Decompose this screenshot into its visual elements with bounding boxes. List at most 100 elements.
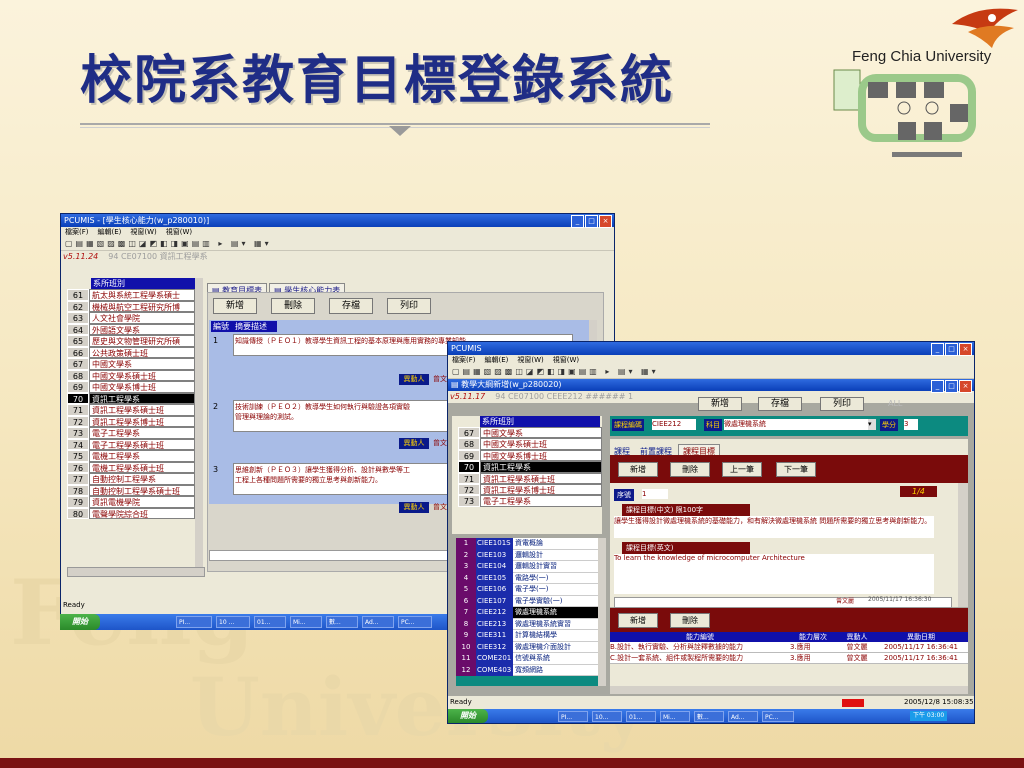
course-row[interactable]: 7 CIEE212 微處理機系統 <box>456 607 606 619</box>
list-item[interactable]: 67 中國文學系 <box>67 358 195 370</box>
course-code-field[interactable]: CIEE212 <box>652 419 696 430</box>
course-row[interactable]: 1 CIEE101S 資電概論 <box>456 538 606 550</box>
list-item[interactable]: 78 自動控制工程學系碩士班 <box>67 484 195 496</box>
task-2[interactable]: 10... <box>592 711 622 722</box>
print-button[interactable]: 列印 <box>387 298 431 314</box>
menu-file[interactable]: 檔案(F) <box>65 228 89 236</box>
list-item[interactable]: 73 電子工程學系 <box>458 495 602 507</box>
course-row[interactable]: 5 CIEE106 電子學(一) <box>456 584 606 596</box>
task-2[interactable]: 10 ... <box>216 616 250 628</box>
peo-hscrollbar[interactable] <box>209 550 451 561</box>
top-add-button[interactable]: 新增 <box>698 397 742 411</box>
menu-edit[interactable]: 編輯(E) <box>485 356 509 364</box>
list-item[interactable]: 70 資訊工程學系 <box>458 461 602 473</box>
task-4[interactable]: Mi... <box>660 711 690 722</box>
task-5[interactable]: 數... <box>326 616 358 628</box>
list-item[interactable]: 70 資訊工程學系 <box>67 392 195 404</box>
list-item[interactable]: 67 中國文學系 <box>458 427 602 439</box>
goal-delete-button[interactable]: 刪除 <box>670 462 710 477</box>
list-item[interactable]: 62 機械與航空工程研究所博 <box>67 300 195 312</box>
list-item[interactable]: 72 資訊工程學系博士班 <box>67 415 195 427</box>
peo-3-text[interactable]: 思維創新（ＰＥＯ３）讓學生獲得分析、設計與數學等工 工程上各種問題所需要的獨立思… <box>233 463 451 495</box>
dept-scrollbar[interactable] <box>195 278 203 568</box>
prev-button[interactable]: 上一筆 <box>722 462 762 477</box>
inner-minimize-icon[interactable]: _ <box>931 380 944 393</box>
peo-2-changer-button[interactable]: 異動人 <box>399 438 429 449</box>
list-item[interactable]: 65 歷史與文物管理研究所碩 <box>67 335 195 347</box>
list-item[interactable]: 68 中國文學系碩士班 <box>67 369 195 381</box>
top-print-button[interactable]: 列印 <box>820 397 864 411</box>
menu-file[interactable]: 檔案(F) <box>452 356 476 364</box>
peo-1-changer-button[interactable]: 異動人 <box>399 374 429 385</box>
inner-maximize-icon[interactable]: □ <box>945 380 958 393</box>
menu-edit[interactable]: 編輯(E) <box>98 228 122 236</box>
list-item[interactable]: 74 電子工程學系碩士班 <box>67 438 195 450</box>
ability-cell[interactable]: B.設計、執行實驗、分析與詮釋數據的能力 <box>610 642 790 652</box>
menu-window[interactable]: 視窗(W) <box>517 356 543 364</box>
competency-delete-button[interactable]: 刪除 <box>670 613 710 628</box>
inner-close-icon[interactable]: × <box>959 380 972 393</box>
credit-field[interactable]: 3 <box>904 419 918 430</box>
task-1[interactable]: PI... <box>558 711 588 722</box>
task-6[interactable]: Ad... <box>728 711 758 722</box>
task-7[interactable]: PC... <box>762 711 794 722</box>
list-item[interactable]: 77 自動控制工程學系 <box>67 473 195 485</box>
peo-3-changer-button[interactable]: 異動人 <box>399 502 429 513</box>
window-titlebar[interactable]: PCUMIS - [學生核心能力(w_p280010)] _ □ × <box>61 214 614 228</box>
seq-field[interactable]: 1 <box>642 489 668 499</box>
list-item[interactable]: 71 資訊工程學系碩士班 <box>67 404 195 416</box>
chevron-down-icon[interactable]: ▾ <box>868 419 876 430</box>
course-row[interactable]: 3 CIEE104 邏輯設計實習 <box>456 561 606 573</box>
course-row[interactable]: 10 CIEE312 微處理機介面設計 <box>456 641 606 653</box>
menu-view[interactable]: 視窗(W) <box>553 356 579 364</box>
start-button[interactable]: 開始 <box>60 614 100 630</box>
list-item[interactable]: 79 資訊電機學院 <box>67 496 195 508</box>
maximize-icon[interactable]: □ <box>585 215 598 228</box>
list-item[interactable]: 69 中國文學系博士班 <box>67 381 195 393</box>
list-item[interactable]: 68 中國文學系碩士班 <box>458 438 602 450</box>
course-row[interactable]: 11 COME201 信號與系統 <box>456 653 606 665</box>
course-row[interactable]: 2 CIEE103 邏輯設計 <box>456 549 606 561</box>
save-button[interactable]: 存檔 <box>329 298 373 314</box>
start-button[interactable]: 開始 <box>448 709 488 723</box>
menu-window[interactable]: 視窗(W) <box>130 228 156 236</box>
table-row[interactable]: C.設計一套系統、組件或製程所需要的能力 3.應用 曾文麗 2005/11/17 16… <box>610 653 968 664</box>
course-scrollbar[interactable] <box>598 538 606 686</box>
list-item[interactable]: 72 資訊工程學系博士班 <box>458 483 602 496</box>
window-titlebar[interactable]: PCUMIS _ □ × <box>448 342 974 356</box>
list-item[interactable]: 71 資訊工程學系碩士班 <box>458 472 602 484</box>
maximize-icon[interactable]: □ <box>945 343 958 356</box>
task-3[interactable]: 01... <box>254 616 286 628</box>
course-row[interactable]: 6 CIEE107 電子學實驗(一) <box>456 595 606 607</box>
level-cell[interactable]: 3.應用 <box>790 642 836 652</box>
minimize-icon[interactable]: _ <box>571 215 584 228</box>
course-row[interactable]: 8 CIEE213 微處理機系統實習 <box>456 618 606 630</box>
competency-add-button[interactable]: 新增 <box>618 613 658 628</box>
list-item[interactable]: 76 電機工程學系碩士班 <box>67 461 195 473</box>
close-icon[interactable]: × <box>599 215 612 228</box>
menu-view[interactable]: 視窗(W) <box>166 228 192 236</box>
goal-add-button[interactable]: 新增 <box>618 462 658 477</box>
toolbar[interactable]: ▢▤▦▧▨▩◫◪◩◧◨▣▤▥ ▸ ▤▾ ▦▾ <box>448 366 974 379</box>
task-3[interactable]: 01... <box>626 711 656 722</box>
subject-select[interactable]: 微處理機系統 <box>724 419 872 430</box>
course-row[interactable]: 12 COME403 寬頻網路 <box>456 664 606 676</box>
goal-zh-field[interactable]: 讓學生獲得設計微處理機系統的基礎能力，和有解決微處理機系統 問題所需要的獨立思考… <box>614 516 934 538</box>
peo-2-text[interactable]: 技術訓練（ＰＥＯ２）教導學生如何執行與驗證各項實驗 管理與理論的測試。 <box>233 400 451 432</box>
competency-hscrollbar[interactable] <box>610 686 968 694</box>
add-button[interactable]: 新增 <box>213 298 257 314</box>
task-4[interactable]: Mi... <box>290 616 322 628</box>
list-item[interactable]: 61 航太與系統工程學系碩士 <box>67 289 195 301</box>
level-cell[interactable]: 3.應用 <box>790 653 836 663</box>
next-button[interactable]: 下一筆 <box>776 462 816 477</box>
task-6[interactable]: Ad... <box>362 616 394 628</box>
course-row[interactable]: 9 CIEE311 計算機結構學 <box>456 630 606 642</box>
list-item[interactable]: 75 電機工程學系 <box>67 450 195 462</box>
list-item[interactable]: 63 人文社會學院 <box>67 312 195 324</box>
inner-titlebar[interactable]: ▤ 教學大綱新增(w_p280020) _ □ × <box>448 379 974 393</box>
minimize-icon[interactable]: _ <box>931 343 944 356</box>
delete-button[interactable]: 刪除 <box>271 298 315 314</box>
list-item[interactable]: 66 公共政策碩士班 <box>67 346 195 358</box>
course-row[interactable]: 4 CIEE105 電路學(一) <box>456 572 606 584</box>
table-row[interactable]: B.設計、執行實驗、分析與詮釋數據的能力 3.應用 曾文麗 2005/11/17 16… <box>610 642 968 653</box>
